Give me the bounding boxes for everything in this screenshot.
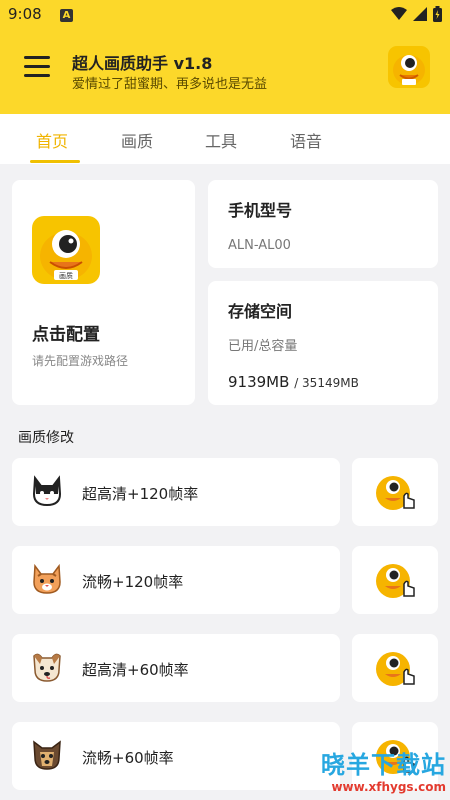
section-title: 画质修改 [18, 430, 74, 446]
storage-total: / 35149MB [294, 376, 359, 390]
option-label: 超高清+60帧率 [82, 661, 189, 679]
tab-tools[interactable]: 工具 [205, 128, 237, 152]
cat-icon [32, 475, 62, 507]
dog-icon [33, 653, 61, 682]
wifi-icon [391, 7, 407, 20]
option-label: 超高清+120帧率 [82, 485, 199, 503]
option-row[interactable]: 超高清+60帧率 [12, 634, 340, 702]
config-card[interactable]: 画质 点击配置 请先配置游戏路径 [12, 180, 195, 405]
storage-label: 已用/总容量 [228, 339, 298, 354]
apply-button[interactable] [352, 634, 438, 702]
dog-icon [33, 740, 61, 770]
menu-icon[interactable] [24, 56, 50, 78]
tab-voice[interactable]: 语音 [290, 128, 322, 152]
svg-text:画质: 画质 [59, 271, 73, 280]
mascot-tap-icon [376, 564, 415, 598]
apply-button[interactable] [352, 458, 438, 526]
watermark-url: www.xfhygs.com [331, 780, 446, 794]
storage-used: 9139MB [228, 373, 290, 391]
option-row[interactable]: 流畅+120帧率 [12, 546, 340, 614]
phone-model-value: ALN-AL00 [228, 238, 291, 253]
storage-value: 9139MB / 35149MB [228, 373, 359, 391]
app-subtitle: 爱情过了甜蜜期、再多说也是无益 [72, 77, 268, 92]
notification-a-icon: A [60, 9, 73, 22]
mascot-logo-icon: 画质 [32, 216, 100, 284]
option-row[interactable]: 流畅+60帧率 [12, 722, 340, 790]
config-subtitle: 请先配置游戏路径 [32, 354, 129, 368]
status-icons [391, 6, 442, 22]
site-watermark: 晓羊下载站 www.xfhygs.com [321, 745, 446, 794]
phone-model-title: 手机型号 [228, 201, 293, 220]
cat-icon [33, 563, 61, 594]
option-row[interactable]: 超高清+120帧率 [12, 458, 340, 526]
watermark-title: 晓羊下载站 [321, 751, 446, 779]
mascot-tap-icon [376, 652, 415, 686]
apply-button[interactable] [352, 546, 438, 614]
option-label: 流畅+60帧率 [82, 749, 174, 767]
app-title: 超人画质助手 v1.8 [72, 54, 213, 73]
tab-quality[interactable]: 画质 [121, 128, 153, 152]
phone-model-card: 手机型号 ALN-AL00 [208, 180, 438, 268]
app-header: 9:08 A 超人画质助手 v1.8 爱情过了甜蜜期、再多说也是无益 [0, 0, 450, 114]
signal-icon [413, 7, 427, 21]
status-time: 9:08 [8, 5, 42, 23]
mascot-avatar-icon[interactable] [388, 46, 430, 88]
tab-home[interactable]: 首页 [36, 128, 68, 152]
status-bar: 9:08 A [0, 0, 450, 30]
tab-bar: 首页 画质 工具 语音 [0, 114, 450, 164]
storage-card: 存储空间 已用/总容量 9139MB / 35149MB [208, 281, 438, 405]
config-title: 点击配置 [32, 325, 100, 345]
mascot-tap-icon [376, 476, 415, 510]
battery-icon [433, 6, 442, 22]
option-label: 流畅+120帧率 [82, 573, 184, 591]
tab-active-indicator [30, 160, 80, 163]
storage-title: 存储空间 [228, 302, 293, 321]
